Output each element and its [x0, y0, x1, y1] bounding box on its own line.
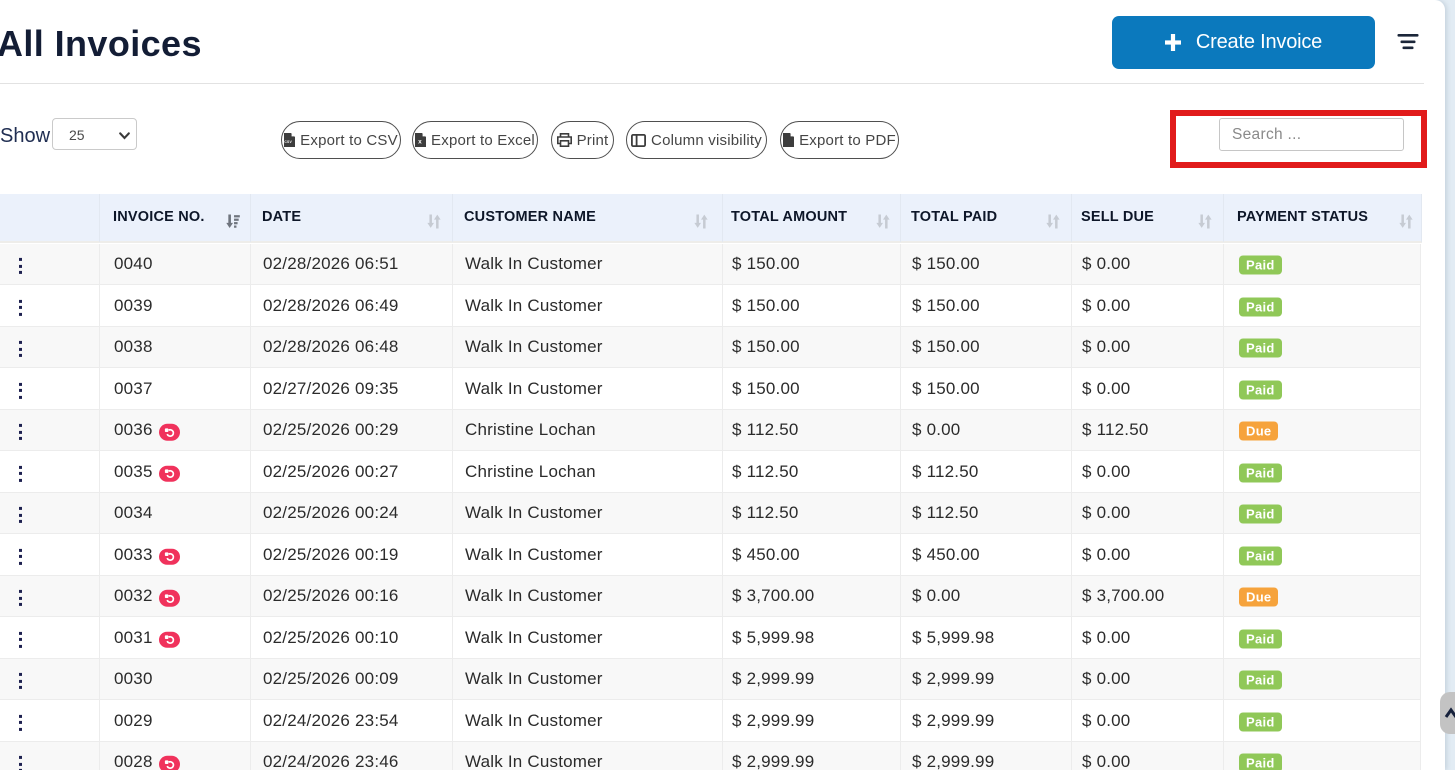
svg-text:CSV: CSV — [285, 140, 293, 144]
svg-text:x: x — [418, 139, 422, 146]
